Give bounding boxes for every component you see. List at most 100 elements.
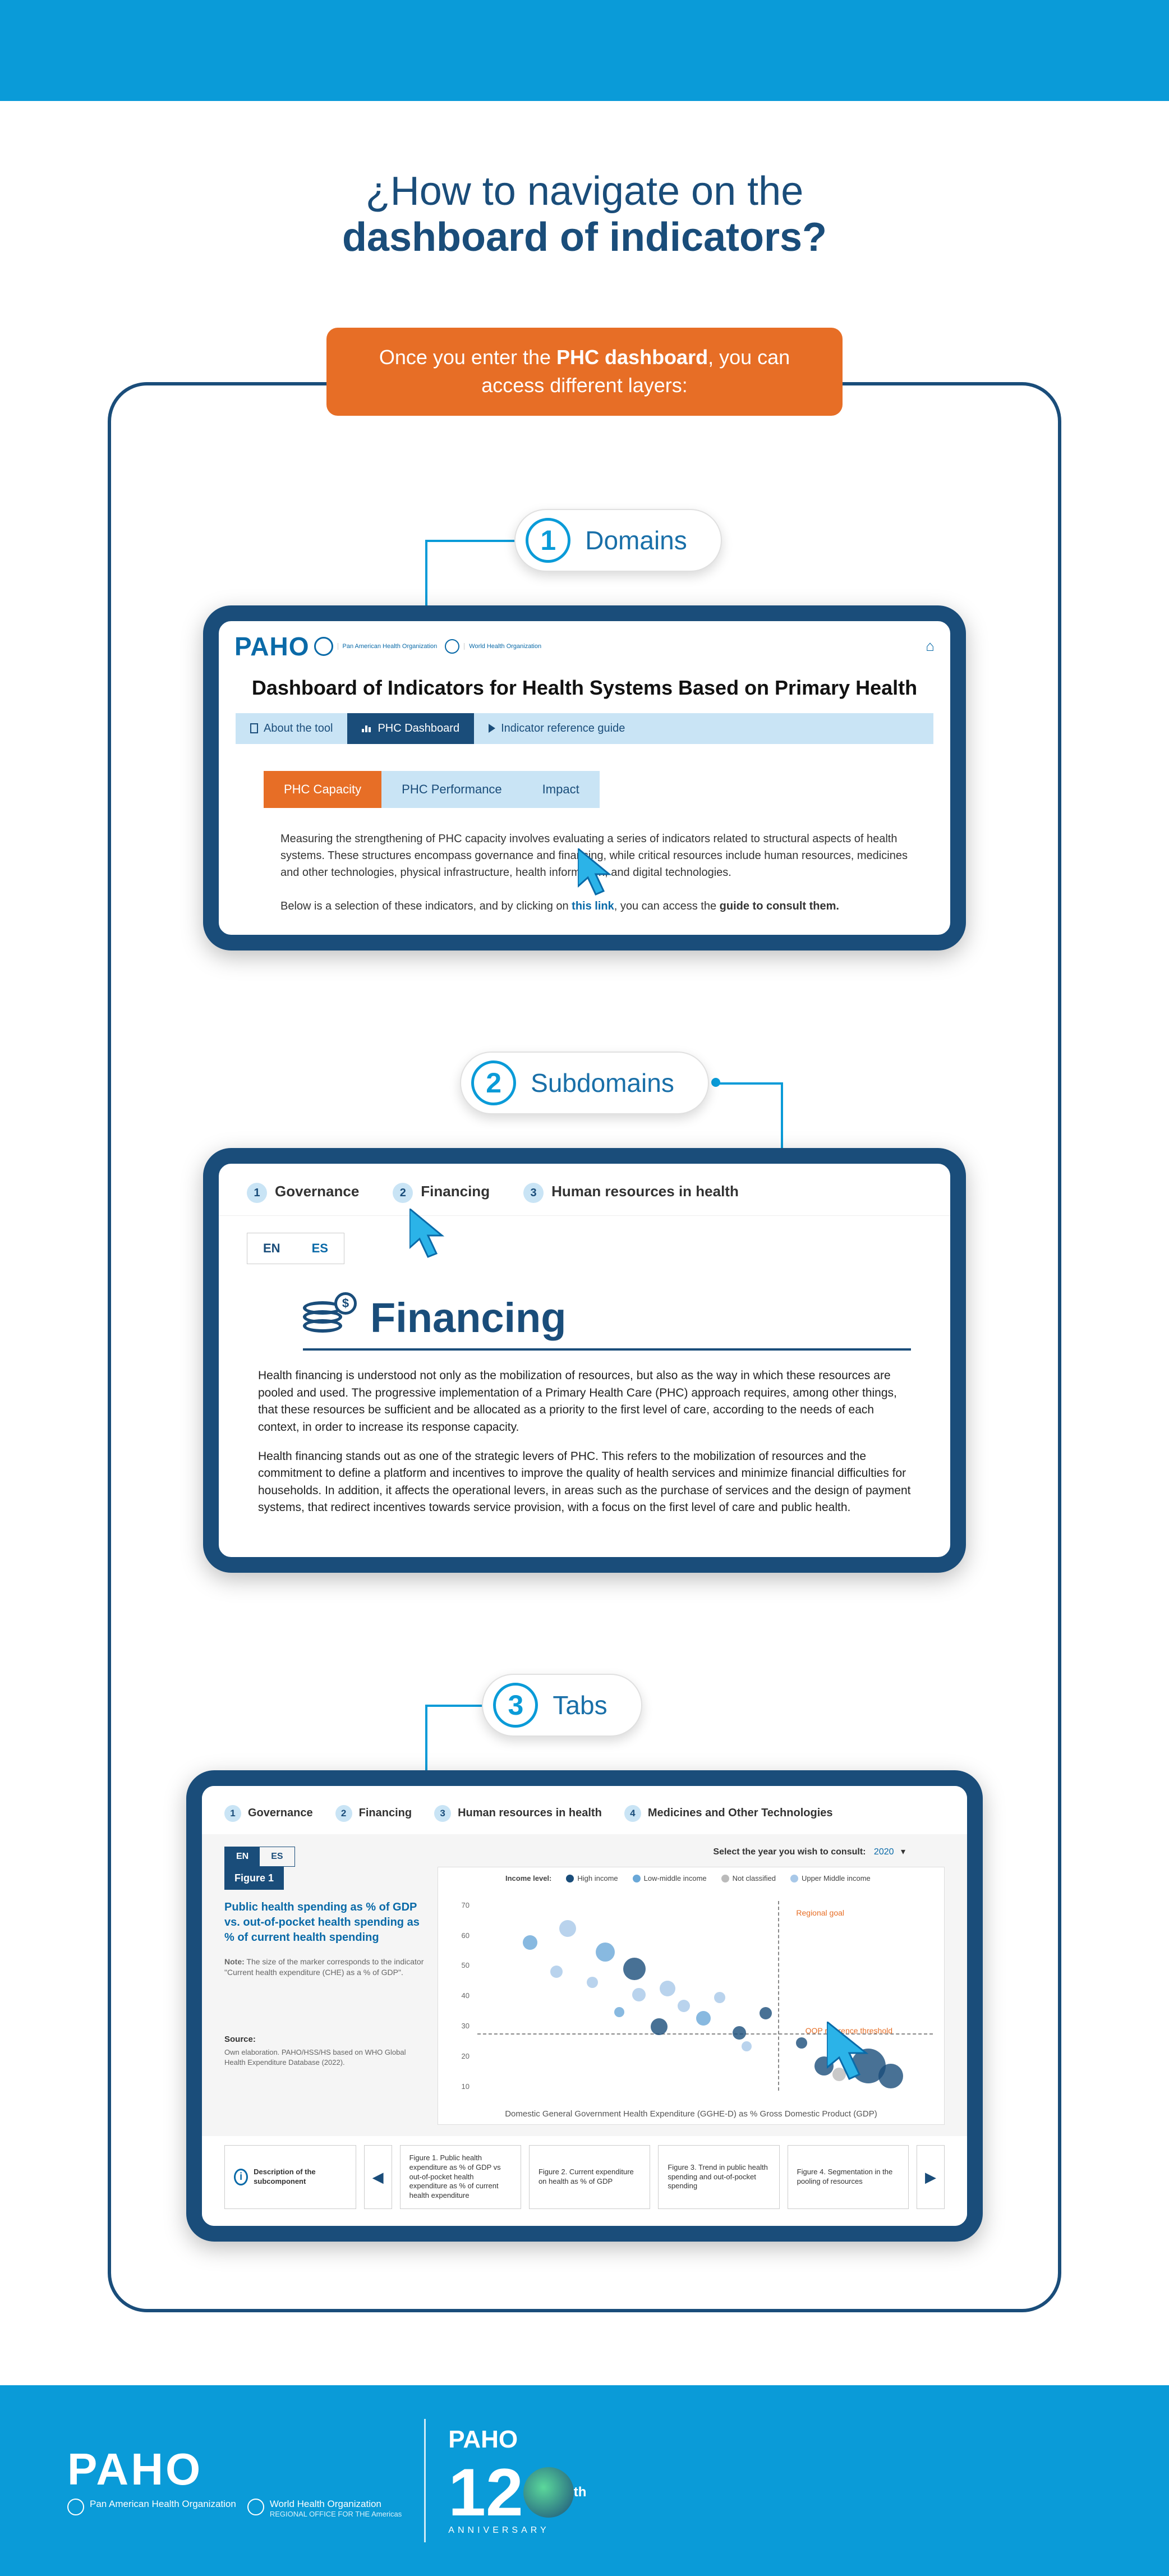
language-toggle-3[interactable]: EN ES [224,1847,295,1867]
circle-2-icon: 2 [335,1805,352,1822]
data-point[interactable] [733,2026,746,2040]
circle-3-icon: 3 [523,1183,544,1203]
screenshot-tabs: 1Governance 2 Financing 3 Human resources … [186,1770,983,2242]
data-point[interactable] [660,1981,675,1996]
anniv-number: 1 2 th [448,2454,586,2531]
subtab-fin-label: Financing [359,1807,412,1819]
subtab-hr-3[interactable]: 3 Human resources in health [434,1805,602,1822]
subtab-financing-3[interactable]: 2 Financing [335,1805,412,1822]
globe-icon [67,2499,84,2515]
ss1-body-text: Measuring the strengthening of PHC capac… [219,808,950,935]
footer-org1-text: Pan American Health Organization [90,2499,236,2510]
subdomain-tabs-3: 1Governance 2 Financing 3 Human resources … [202,1786,967,1834]
ytick: 10 [447,2082,470,2091]
data-point[interactable] [742,2041,752,2051]
ss1-para1: Measuring the strengthening of PHC capac… [280,830,917,881]
ss1-para2: Below is a selection of these indicators… [280,898,917,915]
footer-paho-logo: PAHO [67,2444,402,2495]
info-icon: i [234,2169,248,2185]
legend-item: Upper Middle income [790,1874,871,1883]
domain-impact[interactable]: Impact [522,771,600,808]
data-point[interactable] [614,2007,624,2017]
circle-3-icon: 3 [434,1805,451,1822]
data-point[interactable] [696,2011,711,2026]
subtab-hr-label: Human resources in health [551,1183,739,1200]
lang-es[interactable]: ES [296,1233,344,1264]
subtab-human-resources[interactable]: 3 Human resources in health [523,1183,739,1204]
data-point[interactable] [523,1935,537,1950]
anniv-col: PAHO 1 2 th ANNIVERSARY [448,2426,586,2536]
scatter-chart[interactable]: Income level: High income Low-middle inc… [438,1867,945,2125]
source-text: Own elaboration. PAHO/HSS/HS based on WH… [224,2047,426,2068]
tab-about-label: About the tool [264,722,333,735]
data-point[interactable] [632,1988,646,2001]
data-point[interactable] [587,1977,598,1988]
data-point[interactable] [878,2064,903,2088]
source-heading: Source: [224,2035,426,2044]
carousel-next[interactable]: ▶ [917,2145,945,2209]
footer-paho-block: PAHO Pan American Health Organization Wo… [67,2444,402,2518]
legend-lowmid: Low-middle income [644,1874,707,1882]
main-frame: 1 Domains PAHO Pan American Health Organ… [108,382,1061,2312]
legend-item: High income [566,1874,618,1883]
data-point[interactable] [796,2037,807,2049]
step-3-pill: 3 Tabs [482,1674,642,1737]
subtab-governance-3[interactable]: 1Governance [224,1805,313,1822]
subtab-financing[interactable]: 2Financing [393,1183,490,1204]
tab-reference-guide[interactable]: Indicator reference guide [474,713,639,744]
card-figure-3[interactable]: Figure 3. Trend in public health spendin… [658,2145,779,2209]
subtab-governance[interactable]: 1Governance [247,1183,359,1204]
subtab-hr3-label: Human resources in health [458,1807,602,1819]
card-figure-1[interactable]: Figure 1. Public health expenditure as %… [400,2145,521,2209]
annotation-oop: OOP reference threshold [806,2026,892,2035]
lang-es-3[interactable]: ES [260,1847,294,1866]
data-point[interactable] [651,2018,668,2035]
data-point[interactable] [760,2007,772,2019]
figure-note: Note: The size of the marker corresponds… [224,1957,426,1978]
domain-pills: PHC Capacity PHC Performance Impact [264,771,933,808]
step-3-number: 3 [493,1683,538,1728]
data-point[interactable] [832,2068,846,2081]
data-point[interactable] [596,1943,615,1962]
tab-dashboard-label: PHC Dashboard [378,722,459,735]
data-point[interactable] [559,1920,576,1937]
anniv-1: 1 [448,2454,486,2531]
step-2-label: Subdomains [531,1068,674,1098]
ytick: 20 [447,2052,470,2060]
this-link[interactable]: this link [572,900,614,912]
ss1-para2-bold: guide to consult them. [720,900,839,912]
financing-text: Health financing is understood not only … [258,1367,911,1517]
domain-phc-performance[interactable]: PHC Performance [381,771,522,808]
financing-heading: $ Financing [303,1292,911,1351]
carousel-prev[interactable]: ◀ [364,2145,392,2209]
subdomain-tabs: 1Governance 2Financing 3 Human resources … [219,1164,950,1216]
anniversary-logo: PAHO 1 2 th ANNIVERSARY [448,2426,586,2536]
tab-phc-dashboard[interactable]: PHC Dashboard [347,713,474,744]
chevron-down-icon: ▾ [901,1847,905,1857]
language-toggle[interactable]: EN ES [247,1233,344,1264]
lang-en-3[interactable]: EN [225,1847,260,1866]
year-selector[interactable]: Select the year you wish to consult: 202… [679,1840,939,1861]
home-icon[interactable]: ⌂ [926,637,935,655]
subtab-financing-label: Financing [421,1183,490,1200]
x-axis-label: Domestic General Government Health Expen… [438,2109,944,2119]
data-point[interactable] [814,2056,834,2076]
circle-1-icon: 1 [247,1183,267,1203]
paho-logo: PAHO Pan American Health Organization Wo… [234,631,541,662]
financing-title: Financing [370,1294,566,1342]
data-point[interactable] [623,1958,646,1980]
intro-text-bold: PHC dashboard [556,346,708,369]
card-figure-4[interactable]: Figure 4. Segmentation in the pooling of… [788,2145,909,2209]
lang-en[interactable]: EN [247,1233,296,1264]
domain-phc-capacity[interactable]: PHC Capacity [264,771,381,808]
card-figure-2[interactable]: Figure 2. Current expenditure on health … [529,2145,650,2209]
screenshot-subdomains: 1Governance 2Financing 3 Human resources … [203,1148,966,1573]
data-point[interactable] [550,1966,563,1978]
year-label: Select the year you wish to consult: [713,1847,866,1857]
subtab-medicines[interactable]: 4Medicines and Other Technologies [624,1805,833,1822]
tab-about[interactable]: About the tool [236,713,347,744]
card-description[interactable]: i Description of the subcomponent [224,2145,356,2209]
data-point[interactable] [678,2000,690,2012]
data-point[interactable] [714,1992,725,2003]
footer-paho-sub: Pan American Health Organization World H… [67,2499,402,2518]
